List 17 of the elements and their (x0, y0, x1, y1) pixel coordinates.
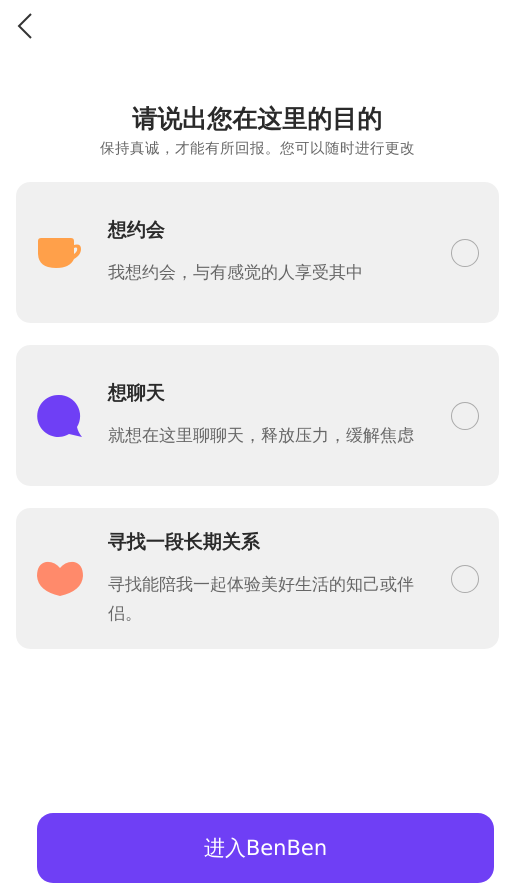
option-description: 我想约会，与有感觉的人享受其中 (108, 262, 364, 285)
page-title: 请说出您在这里的目的 (131, 103, 384, 135)
page-subtitle: 保持真诚，才能有所回报。您可以随时进行更改 (99, 140, 416, 159)
radio-button[interactable] (451, 238, 479, 266)
option-card[interactable]: 想约会 我想约会，与有感觉的人享受其中 (16, 182, 499, 323)
option-description: 寻找能陪我一起体验美好生活的知己或伴侣。 (108, 574, 415, 626)
option-card[interactable]: 想聊天 就想在这里聊聊天，释放压力，缓解焦虑 (16, 345, 499, 486)
option-title: 想约会 (108, 218, 166, 243)
option-title: 寻找一段长期关系 (108, 530, 261, 554)
chevron-left-icon (16, 12, 34, 40)
enter-button[interactable]: 进入BenBen (37, 813, 494, 883)
option-card[interactable]: 寻找一段长期关系 寻找能陪我一起体验美好生活的知己或伴侣。 (16, 508, 499, 649)
option-description: 就想在这里聊聊天，释放压力，缓解焦虑 (108, 425, 415, 448)
option-title: 想聊天 (108, 381, 166, 406)
radio-button[interactable] (451, 564, 479, 592)
radio-button[interactable] (451, 402, 479, 430)
back-button[interactable] (16, 12, 34, 40)
